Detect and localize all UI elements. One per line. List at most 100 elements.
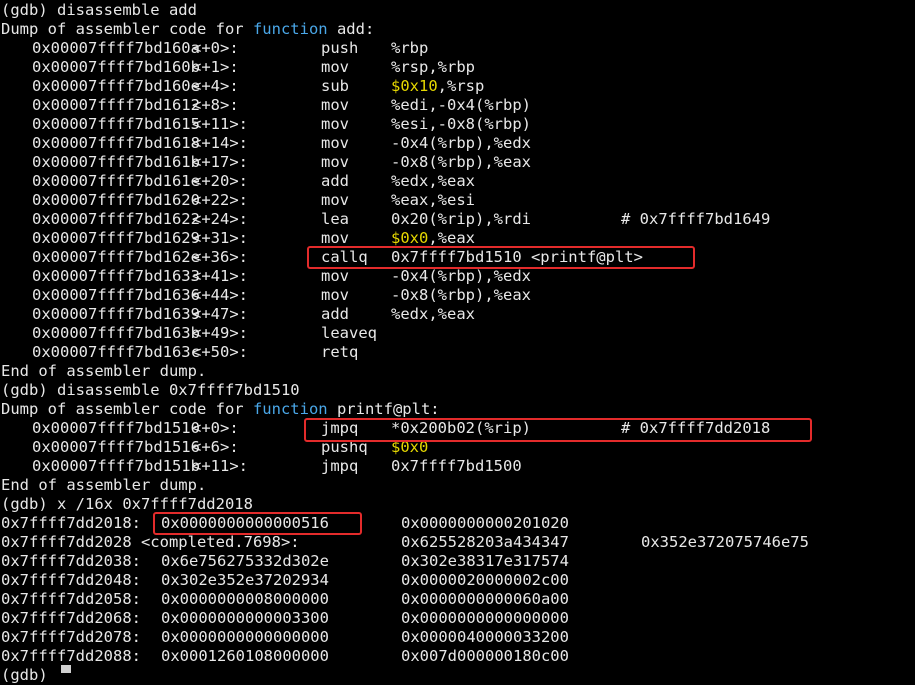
asm-line: 0x00007ffff7bd1639 <+47>: add %edx,%eax <box>1 305 915 324</box>
memory-address: 0x7ffff7dd2038: <box>1 552 141 570</box>
add-asm-listing: 0x00007ffff7bd160a <+0>: push %rbp 0x00007ff… <box>1 39 915 362</box>
asm-opcode: jmpq <box>321 419 359 437</box>
asm-opcode: mov <box>321 115 349 133</box>
asm-comment: # 0x7ffff7bd1649 <box>621 210 771 228</box>
memory-value: 0x0000000000000516 <box>161 514 329 532</box>
memory-value: 0x302e352e37202934 <box>161 571 329 589</box>
memory-row: 0x7ffff7dd2068: 0x0000000000003300 0x00000… <box>1 609 915 628</box>
end-dump-line: End of assembler dump. <box>1 362 207 380</box>
asm-line: 0x00007ffff7bd1516 <+6>: pushq $0x0 <box>1 438 915 457</box>
asm-line: 0x00007ffff7bd161e <+20>: add %edx,%eax <box>1 172 915 191</box>
asm-operands: -0x8(%rbp),%eax <box>391 153 531 172</box>
asm-line: 0x00007ffff7bd1629 <+31>: mov $0x0,%eax <box>1 229 915 248</box>
asm-offset: <+50>: <box>192 343 248 361</box>
asm-offset: <+17>: <box>192 153 248 171</box>
asm-operands: *0x200b02(%rip) <box>391 419 531 438</box>
gdb-prompt: (gdb) <box>1 666 57 684</box>
asm-operands: %eax,%esi <box>391 191 475 210</box>
asm-operands: %esi,-0x8(%rbp) <box>391 115 531 134</box>
asm-line: 0x00007ffff7bd1612 <+8>: mov %edi,-0x4(%rbp… <box>1 96 915 115</box>
asm-line: 0x00007ffff7bd161b <+17>: mov -0x8(%rbp),%e… <box>1 153 915 172</box>
asm-operands: 0x7ffff7bd1510 <printf@plt> <box>391 248 643 267</box>
asm-address: 0x00007ffff7bd151b <box>32 457 200 475</box>
asm-opcode: retq <box>321 343 359 361</box>
asm-operands: -0x4(%rbp),%edx <box>391 134 531 153</box>
memory-value: 0x0000000000000000 <box>401 609 569 627</box>
asm-offset: <+0>: <box>192 39 239 57</box>
asm-offset: <+20>: <box>192 172 248 190</box>
asm-line: 0x00007ffff7bd1620 <+22>: mov %eax,%esi <box>1 191 915 210</box>
plt-asm-listing: 0x00007ffff7bd1510 <+0>: jmpq *0x200b02(%ri… <box>1 419 915 476</box>
asm-opcode: mov <box>321 191 349 209</box>
memory-value: 0x0000000000000000 <box>161 628 329 646</box>
asm-operand: 0x20(%rip),%rdi <box>391 210 531 228</box>
asm-line: 0x00007ffff7bd151b <+11>: jmpq 0x7ffff7bd15… <box>1 457 915 476</box>
memory-value: 0x0000000008000000 <box>161 590 329 608</box>
asm-immediate: $0x0 <box>391 229 429 247</box>
gdb-command-line: (gdb) disassemble 0x7ffff7bd1510 <box>1 381 300 399</box>
memory-value: 0x352e372075746e75 <box>641 533 809 551</box>
memory-row: 0x7ffff7dd2088: 0x0001260108000000 0x007d0… <box>1 647 915 666</box>
memory-value: 0x6e756275332d302e <box>161 552 329 570</box>
asm-operand: -0x4(%rbp),%edx <box>391 267 531 285</box>
asm-immediate: $0x0 <box>391 438 429 456</box>
asm-line: 0x00007ffff7bd1636 <+44>: mov -0x8(%rbp),%e… <box>1 286 915 305</box>
asm-offset: <+36>: <box>192 248 248 266</box>
asm-line: 0x00007ffff7bd1618 <+14>: mov -0x4(%rbp),%e… <box>1 134 915 153</box>
asm-address: 0x00007ffff7bd1510 <box>32 419 200 437</box>
asm-operands: %rbp <box>391 39 428 58</box>
memory-row: 0x7ffff7dd2018: 0x0000000000000516 0x00000… <box>1 514 915 533</box>
asm-operand: %eax,%esi <box>391 191 475 209</box>
asm-opcode: mov <box>321 267 349 285</box>
asm-address: 0x00007ffff7bd1612 <box>32 96 200 114</box>
asm-address: 0x00007ffff7bd1615 <box>32 115 200 133</box>
asm-opcode: mov <box>321 286 349 304</box>
asm-offset: <+44>: <box>192 286 248 304</box>
asm-line: 0x00007ffff7bd1615 <+11>: mov %esi,-0x8(%rb… <box>1 115 915 134</box>
asm-operands: $0x10,%rsp <box>391 77 484 96</box>
asm-opcode: mov <box>321 229 349 247</box>
memory-value: 0x0000000000060a00 <box>401 590 569 608</box>
asm-address: 0x00007ffff7bd163b <box>32 324 200 342</box>
memory-value: 0x0000040000033200 <box>401 628 569 646</box>
asm-operands: %edi,-0x4(%rbp) <box>391 96 531 115</box>
memory-value: 0x625528203a434347 <box>401 533 569 551</box>
memory-row: 0x7ffff7dd2078: 0x0000000000000000 0x00000… <box>1 628 915 647</box>
asm-operand: %edx,%eax <box>391 305 475 323</box>
memory-value: 0x0000000000003300 <box>161 609 329 627</box>
asm-immediate: $0x10 <box>391 77 438 95</box>
memory-address: 0x7ffff7dd2078: <box>1 628 141 646</box>
memory-value: 0x0000020000002c00 <box>401 571 569 589</box>
asm-operands: %edx,%eax <box>391 172 475 191</box>
asm-offset: <+0>: <box>192 419 239 437</box>
memory-row: 0x7ffff7dd2028 <completed.7698>: 0x625528… <box>1 533 915 552</box>
asm-opcode: push <box>321 39 359 57</box>
terminal-cursor[interactable] <box>61 665 71 673</box>
asm-operands: $0x0,%eax <box>391 229 475 248</box>
asm-address: 0x00007ffff7bd160b <box>32 58 200 76</box>
asm-opcode: mov <box>321 153 349 171</box>
asm-line: 0x00007ffff7bd1633 <+41>: mov -0x4(%rbp),%e… <box>1 267 915 286</box>
asm-offset: <+4>: <box>192 77 239 95</box>
asm-offset: <+22>: <box>192 191 248 209</box>
gdb-command-line: (gdb) x /16x 0x7ffff7dd2018 <box>1 495 253 513</box>
asm-operands: -0x4(%rbp),%edx <box>391 267 531 286</box>
asm-operand: -0x4(%rbp),%edx <box>391 134 531 152</box>
asm-opcode: jmpq <box>321 457 359 475</box>
asm-operands: -0x8(%rbp),%eax <box>391 286 531 305</box>
asm-offset: <+11>: <box>192 457 248 475</box>
asm-offset: <+1>: <box>192 58 239 76</box>
terminal-output[interactable]: (gdb) disassemble add Dump of assembler … <box>1 1 915 685</box>
asm-operand: %esi,-0x8(%rbp) <box>391 115 531 133</box>
memory-value: 0x0001260108000000 <box>161 647 329 665</box>
asm-opcode: add <box>321 172 349 190</box>
asm-offset: <+11>: <box>192 115 248 133</box>
asm-line: 0x00007ffff7bd160e <+4>: sub $0x10,%rsp <box>1 77 915 96</box>
asm-address: 0x00007ffff7bd1620 <box>32 191 200 209</box>
dump-header-plt: Dump of assembler code for function prin… <box>1 400 440 418</box>
asm-address: 0x00007ffff7bd1636 <box>32 286 200 304</box>
memory-row: 0x7ffff7dd2058: 0x0000000008000000 0x00000… <box>1 590 915 609</box>
asm-address: 0x00007ffff7bd161e <box>32 172 200 190</box>
dump-header-add: Dump of assembler code for function add: <box>1 20 375 38</box>
asm-operand: %rbp <box>391 39 429 57</box>
